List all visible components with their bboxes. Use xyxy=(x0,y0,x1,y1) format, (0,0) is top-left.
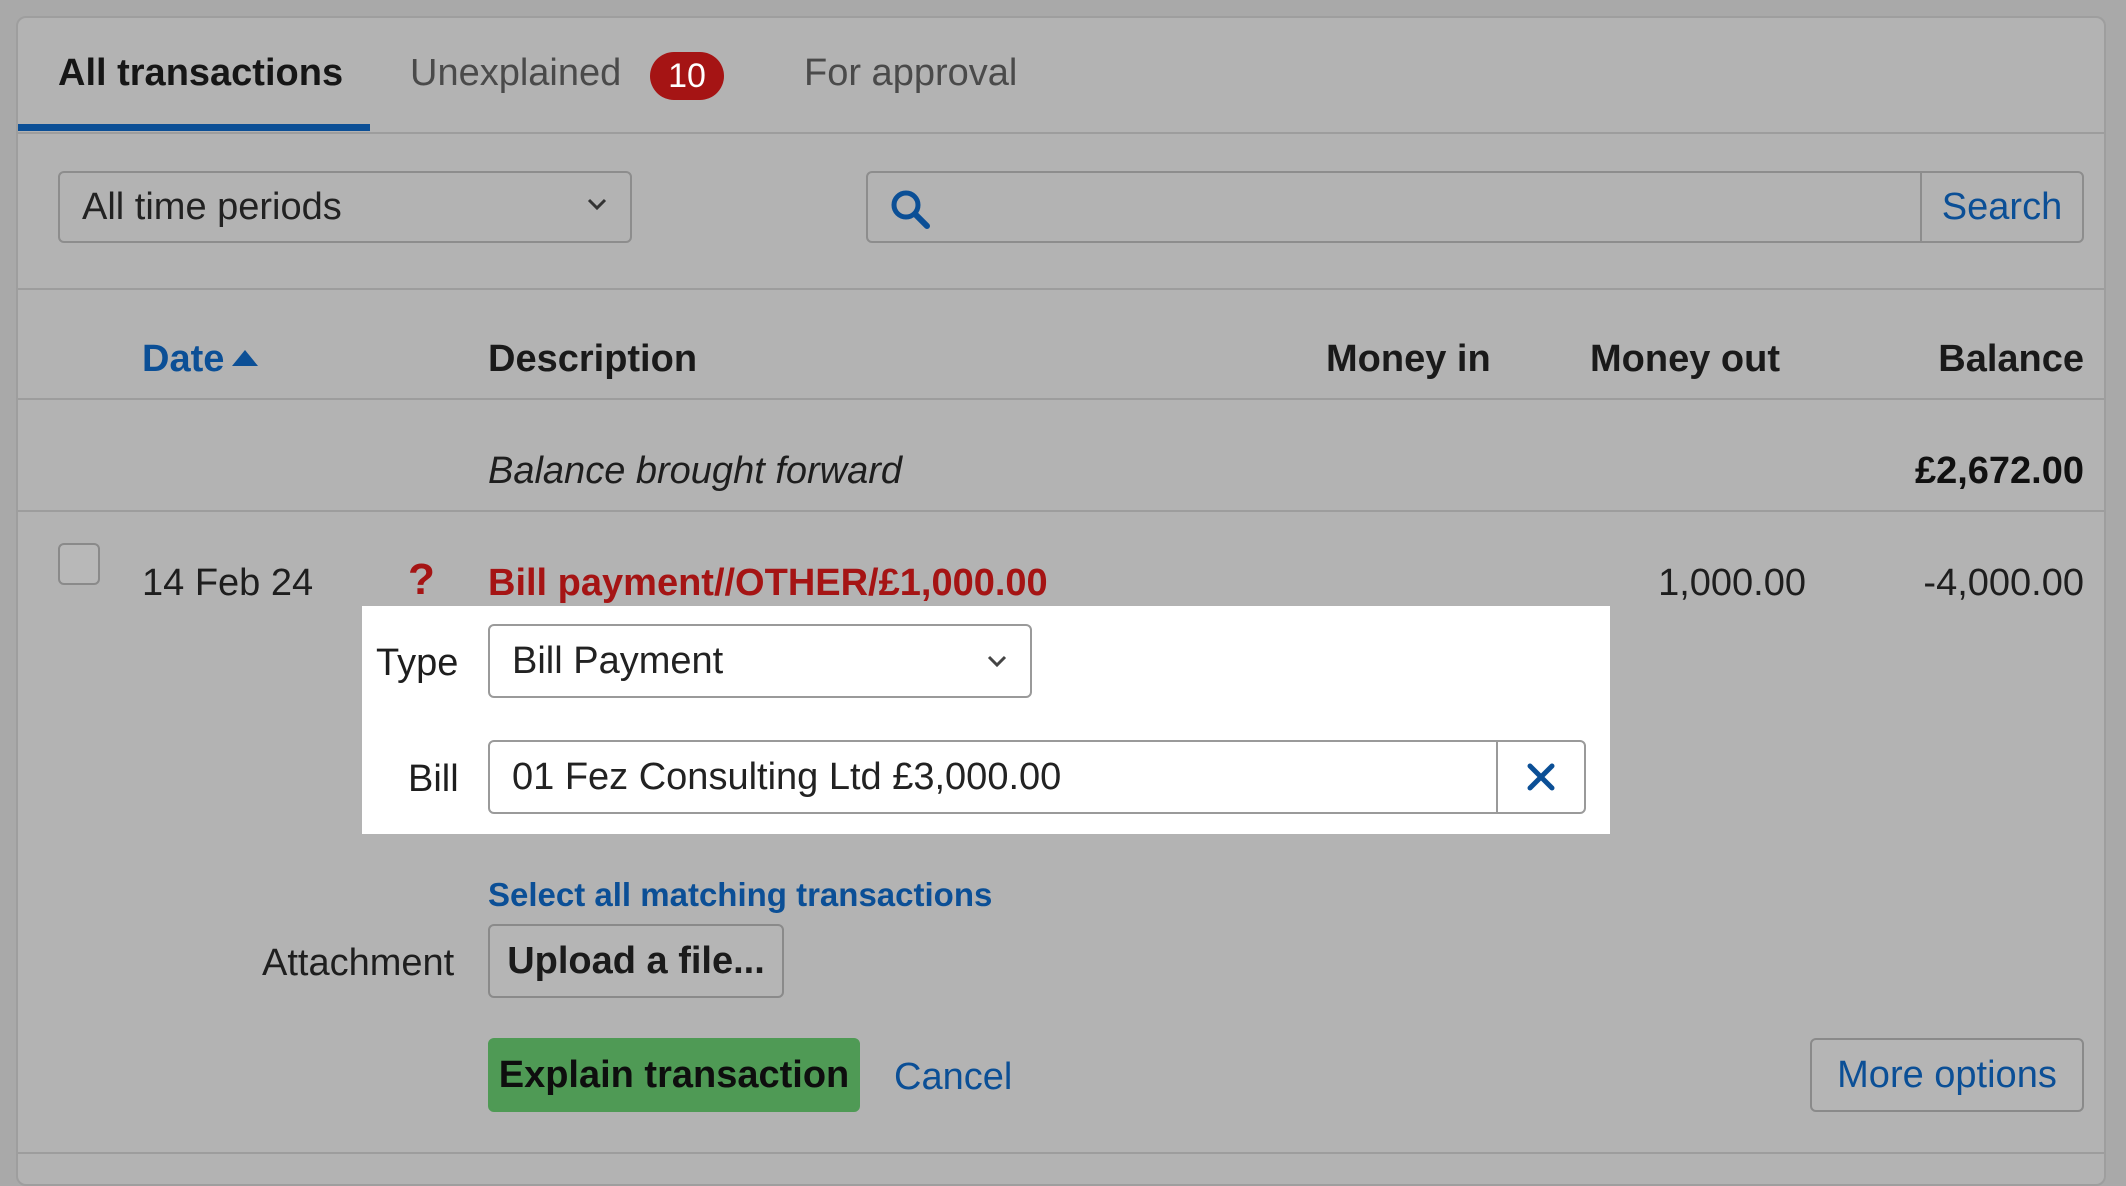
bill-field-value: 01 Fez Consulting Ltd £3,000.00 xyxy=(512,756,1062,798)
transaction-date: 14 Feb 24 xyxy=(142,562,314,604)
date-header-label: Date xyxy=(142,338,225,380)
search-input[interactable] xyxy=(948,179,1892,237)
upload-file-button[interactable]: Upload a file... xyxy=(488,924,784,998)
money-in-column-header: Money in xyxy=(1326,338,1491,380)
search-box: Search xyxy=(866,171,2084,243)
explain-transaction-button[interactable]: Explain transaction xyxy=(488,1038,860,1112)
row-select-checkbox[interactable] xyxy=(58,543,100,585)
select-all-matching-link[interactable]: Select all matching transactions xyxy=(488,876,992,914)
chevron-down-icon xyxy=(587,198,607,211)
more-options-button[interactable]: More options xyxy=(1810,1038,2084,1112)
date-column-header[interactable]: Date xyxy=(142,338,259,381)
unexplained-count-badge: 10 xyxy=(650,52,724,100)
sort-ascending-icon xyxy=(232,349,259,366)
search-button[interactable]: Search xyxy=(1920,173,2082,241)
transactions-panel: All transactions Unexplained 10 For appr… xyxy=(16,16,2106,1186)
bill-label: Bill xyxy=(408,758,459,800)
divider xyxy=(18,288,2104,290)
balance-brought-forward-amount: £2,672.00 xyxy=(1914,450,2084,492)
attachment-label: Attachment xyxy=(262,942,455,984)
close-icon xyxy=(1527,763,1555,791)
divider xyxy=(18,1152,2104,1154)
balance-column-header: Balance xyxy=(1938,338,2084,380)
app-frame: All transactions Unexplained 10 For appr… xyxy=(0,0,2126,1186)
transaction-money-out: 1,000.00 xyxy=(1658,562,1806,604)
time-period-value: All time periods xyxy=(82,186,342,228)
divider xyxy=(18,510,2104,512)
tab-for-approval[interactable]: For approval xyxy=(804,52,1017,95)
transaction-balance: -4,000.00 xyxy=(1923,562,2084,604)
active-tab-indicator xyxy=(18,124,370,131)
time-period-select[interactable]: All time periods xyxy=(58,171,632,243)
tab-unexplained[interactable]: Unexplained xyxy=(410,52,621,95)
unexplained-status-icon: ? xyxy=(408,555,435,604)
balance-brought-forward-label: Balance brought forward xyxy=(488,450,903,492)
bill-field[interactable]: 01 Fez Consulting Ltd £3,000.00 xyxy=(488,740,1586,814)
tab-all-transactions[interactable]: All transactions xyxy=(58,52,343,95)
transaction-description[interactable]: Bill payment//OTHER/£1,000.00 xyxy=(488,562,1048,605)
search-icon xyxy=(891,190,930,229)
cancel-link[interactable]: Cancel xyxy=(894,1056,1012,1099)
clear-bill-button[interactable] xyxy=(1496,742,1584,812)
tab-bar: All transactions Unexplained 10 For appr… xyxy=(18,18,2104,134)
money-out-column-header: Money out xyxy=(1590,338,1780,380)
divider xyxy=(18,398,2104,400)
type-select-value: Bill Payment xyxy=(512,640,724,682)
type-select[interactable]: Bill Payment xyxy=(488,624,1032,698)
type-label: Type xyxy=(376,642,459,684)
description-column-header: Description xyxy=(488,338,698,380)
chevron-down-icon xyxy=(987,655,1007,668)
